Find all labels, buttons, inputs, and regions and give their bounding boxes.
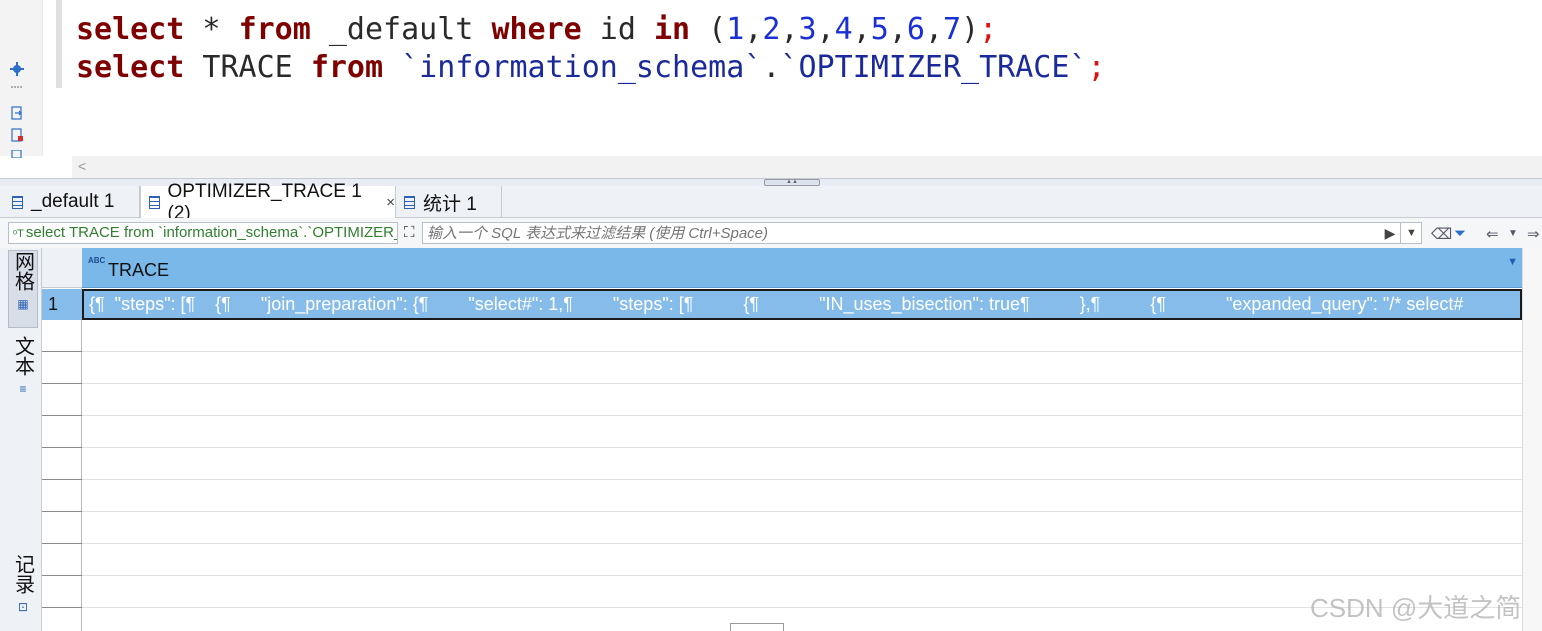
code-token: `OPTIMIZER_TRACE` [780, 50, 1088, 85]
editor-horizontal-scrollbar[interactable]: < [72, 156, 1542, 178]
view-mode-sidebar: 网格 ▦ 文本 ≡ 记录 ⊡ [0, 248, 42, 631]
more-dots-icon [11, 86, 22, 88]
code-token: ( [690, 12, 727, 47]
text-type-icon: ABC [88, 256, 106, 265]
code-token: 5 [870, 12, 889, 47]
filter-history-dropdown-icon[interactable]: ▼ [1400, 222, 1422, 244]
code-token: select [76, 12, 185, 47]
tab-label: _default 1 [31, 191, 115, 212]
editor-gutter [0, 0, 42, 158]
results-grid: ABC TRACE ▼ 1 {¶ "steps": [¶ {¶ "join_pr… [42, 248, 1542, 631]
code-token: from [238, 12, 311, 47]
forward-icon[interactable]: ⇒ [1527, 225, 1540, 243]
code-token: ; [1087, 50, 1106, 85]
code-token: . [762, 50, 781, 85]
line-marker [56, 0, 62, 88]
code-token: 4 [834, 12, 853, 47]
code-token: 1 [726, 12, 745, 47]
filter-bar: ᵒT select TRACE from `information_schema`… [0, 218, 1542, 248]
splitter-grip-icon[interactable]: ▲▲ [764, 179, 820, 186]
table-icon [12, 195, 23, 209]
code-token: , [924, 12, 943, 47]
filter-input[interactable] [422, 222, 1422, 244]
code-token: TRACE [184, 50, 311, 85]
column-header-label: TRACE [108, 260, 170, 280]
code-token: ) [961, 12, 980, 47]
tab-statistics[interactable]: 统计 1 [396, 186, 502, 218]
vertical-scrollbar[interactable] [1522, 248, 1542, 631]
scroll-left-icon[interactable]: < [78, 158, 86, 174]
text-label: 文本 [11, 336, 34, 376]
code-line-2[interactable]: select TRACE from `information_schema`.`… [76, 50, 1106, 85]
expand-icon[interactable]: ⛶ [404, 224, 415, 241]
code-token: in [654, 12, 691, 47]
view-grid-tab[interactable]: 网格 ▦ [8, 250, 38, 328]
settings-icon[interactable] [10, 62, 24, 76]
code-token: 6 [906, 12, 925, 47]
row-number[interactable]: 1 [42, 289, 82, 320]
bottom-splitter-grip[interactable] [730, 623, 784, 631]
tab-optimizer-trace[interactable]: OPTIMIZER_TRACE 1 (2) × [140, 181, 396, 224]
code-token: , [780, 12, 799, 47]
apply-filter-icon[interactable]: ▶ [1380, 222, 1400, 244]
app-window: select * from _default where id in (1,2,… [0, 0, 1542, 631]
code-token: 3 [798, 12, 817, 47]
back-icon[interactable]: ⇐ [1486, 225, 1499, 243]
query-text: select TRACE from `information_schema`.`… [25, 224, 397, 241]
watermark: CSDN @大道之简 [1310, 593, 1522, 623]
code-token: `information_schema` [383, 50, 763, 85]
explain-icon[interactable] [10, 150, 24, 158]
record-icon: ⊡ [17, 600, 29, 614]
filter-icon[interactable]: ⏷ [1454, 225, 1466, 242]
code-token: from [310, 50, 384, 85]
column-header-trace[interactable]: ABC TRACE ▼ [82, 248, 1522, 288]
code-token: , [888, 12, 907, 47]
trace-cell[interactable]: {¶ "steps": [¶ {¶ "join_preparation": {¶… [82, 289, 1522, 320]
grid-corner[interactable] [42, 248, 82, 288]
text-view-icon: ≡ [19, 382, 27, 396]
grid-label: 网格 [11, 251, 34, 291]
code-token: , [744, 12, 763, 47]
sql-editor[interactable]: select * from _default where id in (1,2,… [72, 0, 1542, 156]
code-line-1[interactable]: select * from _default where id in (1,2,… [76, 12, 997, 47]
code-token: _default [310, 12, 492, 47]
code-token: , [816, 12, 835, 47]
result-tabs: _default 1 OPTIMIZER_TRACE 1 (2) × 统计 1 [0, 181, 1542, 224]
code-token: select [76, 50, 185, 85]
sort-dropdown-icon[interactable]: ▼ [1507, 256, 1518, 268]
code-token: ; [979, 12, 998, 47]
tab-default-1[interactable]: _default 1 [4, 186, 140, 218]
view-text-tab[interactable]: 文本 ≡ [8, 336, 38, 404]
table-icon [149, 196, 160, 209]
code-token: 2 [762, 12, 781, 47]
eraser-icon[interactable]: ⌫ [1431, 225, 1452, 243]
code-token: , [852, 12, 871, 47]
code-token: 7 [943, 12, 962, 47]
empty-rows [42, 320, 1522, 631]
execute-script-icon[interactable] [10, 106, 24, 120]
code-token: id [581, 12, 654, 47]
table-icon [404, 195, 415, 209]
chevron-down-icon[interactable]: ▼ [1508, 228, 1518, 239]
view-record-tab[interactable]: 记录 ⊡ [8, 554, 38, 622]
empty-row-numbers [42, 320, 82, 631]
record-label: 记录 [11, 554, 34, 594]
stop-icon[interactable] [10, 128, 24, 142]
code-token: * [184, 12, 239, 47]
code-token: where [491, 12, 582, 47]
tab-label: 统计 1 [423, 193, 477, 215]
sql-query-icon: ᵒT [13, 228, 24, 240]
grid-icon: ▦ [17, 297, 29, 311]
query-text-box[interactable]: ᵒT select TRACE from `information_schema`… [8, 222, 398, 244]
close-icon[interactable]: × [386, 194, 395, 211]
